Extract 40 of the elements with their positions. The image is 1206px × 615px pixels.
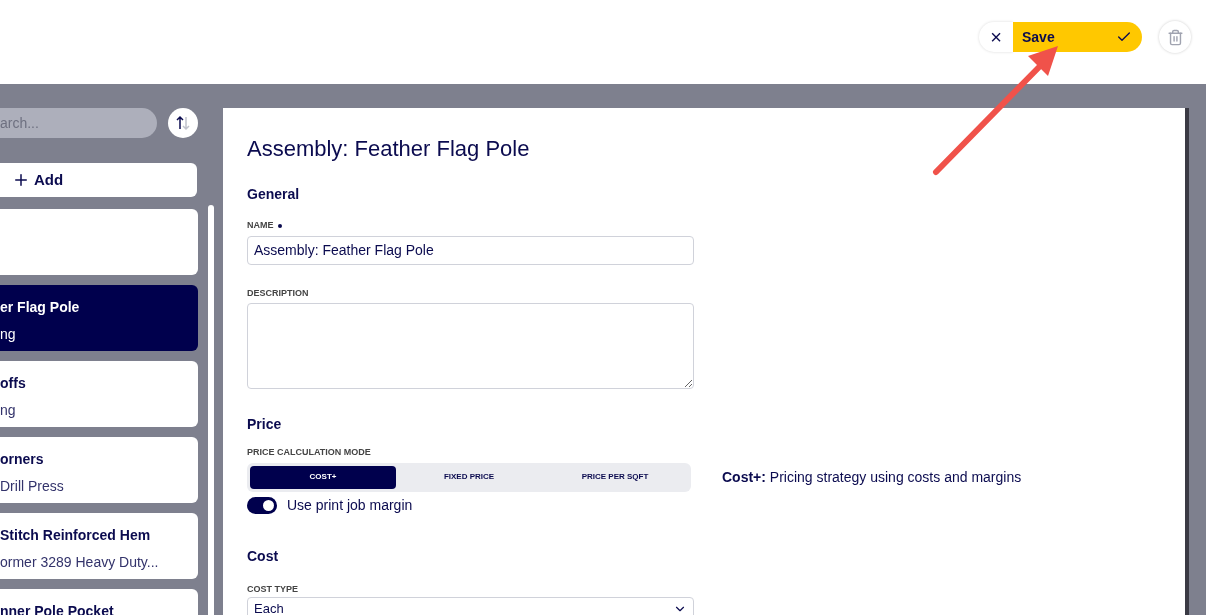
- field-label: DESCRIPTION: [247, 286, 310, 300]
- add-button[interactable]: Add: [0, 163, 197, 197]
- sort-arrows-icon: [175, 115, 191, 131]
- card-title: er Flag Pole: [0, 298, 81, 317]
- section-heading: Price: [247, 415, 283, 434]
- section-heading: Cost: [247, 546, 280, 566]
- field-label: NAME: [247, 219, 274, 232]
- close-icon: ×: [990, 27, 1002, 47]
- mode-tab[interactable]: FIXED PRICE: [396, 465, 542, 489]
- list-card[interactable]: offs ng: [0, 361, 198, 427]
- card-title: Stitch Reinforced Hem: [0, 526, 152, 545]
- field-label: PRICE CALCULATION MODE: [247, 446, 372, 459]
- list-card[interactable]: er Flag Pole ng: [0, 285, 198, 351]
- list-card[interactable]: orners Drill Press: [0, 437, 198, 503]
- card-subtitle: Drill Press: [0, 477, 65, 496]
- toggle-label: Use print job margin: [287, 495, 413, 515]
- mode-tab[interactable]: COST+: [250, 465, 396, 489]
- plus-icon: [12, 171, 30, 189]
- form-title: Assembly: Feather Flag Pole: [247, 135, 531, 163]
- sort-button[interactable]: [168, 108, 198, 138]
- cost-type-select[interactable]: Each: [247, 597, 694, 615]
- card-title: orners: [0, 450, 45, 469]
- scrollbar[interactable]: [208, 205, 214, 615]
- toggle-switch[interactable]: [247, 496, 277, 514]
- card-title: offs: [0, 374, 27, 393]
- mode-tab[interactable]: PRICE PER SQFT: [542, 465, 688, 489]
- cancel-button[interactable]: ×: [979, 22, 1013, 52]
- delete-button[interactable]: [1159, 21, 1191, 53]
- name-field[interactable]: Assembly: Feather Flag Pole: [247, 235, 694, 265]
- save-button[interactable]: Save: [1013, 22, 1142, 52]
- mode-description: Cost+: Pricing strategy using costs and margins: [722, 467, 1022, 487]
- list-card[interactable]: Stitch Reinforced Hem ormer 3289 Heavy Duty...: [0, 513, 198, 579]
- card-subtitle: ng: [0, 401, 17, 420]
- search-field[interactable]: arch...: [0, 108, 157, 138]
- section-heading: General: [247, 185, 301, 204]
- card-subtitle: ormer 3289 Heavy Duty...: [0, 553, 160, 572]
- field-label: COST TYPE: [247, 582, 299, 596]
- card-subtitle: ng: [0, 325, 17, 344]
- trash-icon: [1166, 28, 1184, 46]
- description-field[interactable]: [247, 303, 694, 389]
